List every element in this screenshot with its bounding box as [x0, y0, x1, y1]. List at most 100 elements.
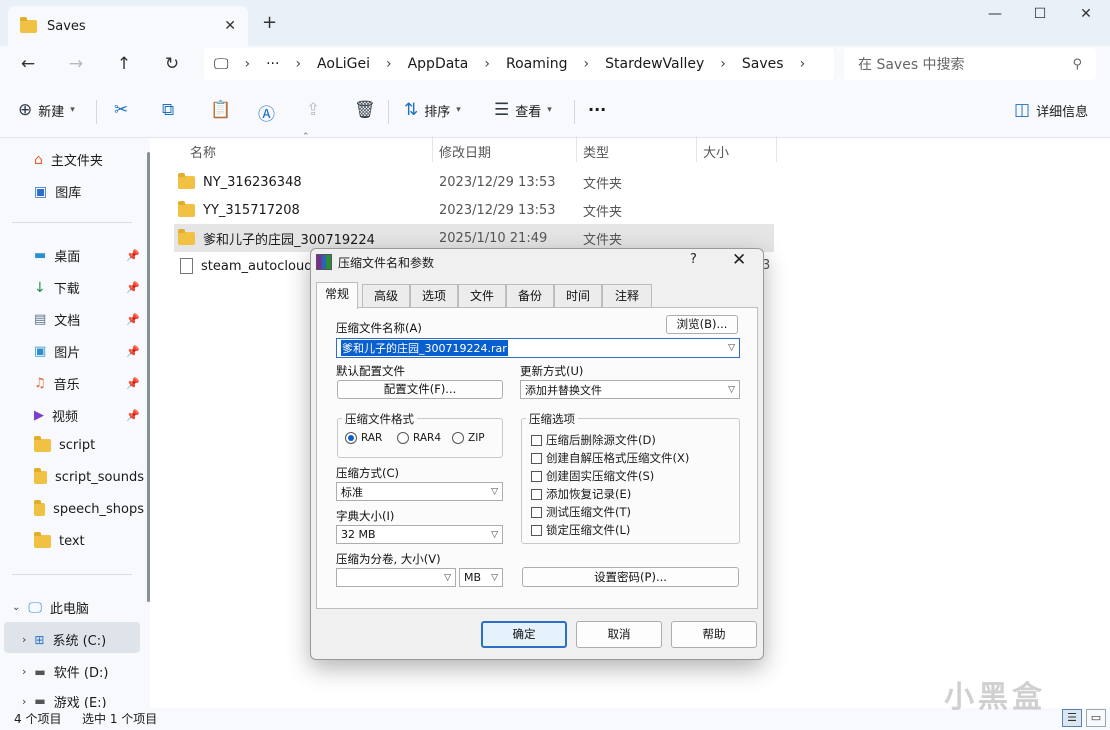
column-header-name[interactable]: 名称 — [190, 142, 216, 161]
delete-button[interactable]: 🗑 — [354, 100, 376, 120]
refresh-button[interactable]: ↻ — [158, 54, 186, 74]
help-button[interactable]: 帮助 — [671, 621, 757, 648]
set-password-button[interactable]: 设置密码(P)... — [522, 567, 739, 587]
view-button[interactable]: ☰ 查看 ▾ — [494, 100, 552, 120]
new-button[interactable]: ⊕ 新建 ▾ — [18, 100, 75, 120]
dialog-close-button[interactable]: ✕ — [732, 250, 746, 270]
sidebar-item-folder[interactable]: speech_shops — [34, 500, 144, 517]
cancel-button[interactable]: 取消 — [576, 621, 662, 648]
option-lock[interactable]: 锁定压缩文件(L) — [531, 522, 630, 538]
sidebar-item-drive-c[interactable]: › ⊞ 系统 (C:) — [22, 630, 106, 650]
share-button[interactable]: ⇪ — [306, 100, 320, 120]
sidebar-item-videos[interactable]: ▶ 视频 📌 — [34, 406, 144, 425]
breadcrumb-item[interactable]: AoLiGei — [317, 56, 370, 72]
option-delete-after[interactable]: 压缩后删除源文件(D) — [531, 432, 656, 448]
column-divider[interactable] — [696, 136, 697, 162]
sidebar-item-desktop[interactable]: ▬ 桌面 📌 — [34, 246, 144, 265]
ok-button[interactable]: 确定 — [481, 621, 567, 648]
browse-button[interactable]: 浏览(B)... — [666, 315, 738, 334]
column-divider[interactable] — [432, 136, 433, 162]
paste-button[interactable]: 📋 — [210, 100, 231, 120]
option-recovery[interactable]: 添加恢复记录(E) — [531, 486, 631, 502]
tab-options[interactable]: 选项 — [410, 284, 458, 307]
details-view-button[interactable]: ☰ — [1062, 709, 1082, 727]
tab-saves[interactable]: Saves ✕ — [8, 6, 248, 46]
profiles-button[interactable]: 配置文件(F)... — [337, 380, 503, 399]
split-volume-input[interactable]: ▽ — [336, 568, 456, 587]
sidebar-item-label: 音乐 — [53, 378, 80, 393]
tab-general[interactable]: 常规 — [316, 282, 358, 309]
address-bar[interactable]: 🖵 › ··· › AoLiGei › AppData › Roaming › … — [204, 48, 834, 80]
sidebar-item-folder[interactable]: script_sounds — [34, 468, 144, 485]
column-header-type[interactable]: 类型 — [583, 142, 609, 161]
rename-button[interactable]: Ⓐ — [258, 100, 275, 125]
format-radio-rar4[interactable]: RAR4 — [397, 432, 441, 444]
drive-icon: ▬ — [34, 664, 46, 679]
trash-icon: 🗑 — [354, 100, 376, 120]
dictionary-size-select[interactable]: 32 MB ▽ — [336, 525, 503, 544]
watermark: 小黑盒 — [944, 680, 1046, 715]
tab-close-icon[interactable]: ✕ — [224, 18, 236, 34]
sidebar-item-drive-e[interactable]: › ▬ 游戏 (E:) — [22, 694, 107, 708]
sidebar-item-home[interactable]: ⌂ 主文件夹 — [34, 150, 144, 170]
compression-method-select[interactable]: 标准 ▽ — [336, 482, 503, 501]
update-mode-select[interactable]: 添加并替换文件 ▽ — [520, 380, 740, 399]
sidebar-item-folder[interactable]: text — [34, 532, 144, 549]
sidebar-item-folder[interactable]: script — [34, 436, 144, 453]
column-divider[interactable] — [776, 136, 777, 162]
breadcrumb-item[interactable]: AppData — [408, 56, 469, 72]
new-tab-button[interactable]: + — [262, 12, 277, 33]
up-button[interactable]: ↑ — [110, 54, 138, 74]
sidebar-item-drive-d[interactable]: › ▬ 软件 (D:) — [22, 662, 108, 682]
tab-comment[interactable]: 注释 — [602, 284, 652, 307]
option-sfx[interactable]: 创建自解压格式压缩文件(X) — [531, 450, 689, 466]
sidebar-item-this-pc[interactable]: ⌄ 🖵 此电脑 — [12, 598, 89, 618]
column-divider[interactable] — [576, 136, 577, 162]
sidebar-item-label: 视频 — [52, 410, 79, 425]
maximize-button[interactable]: ☐ — [1017, 6, 1063, 22]
breadcrumb-item[interactable]: Saves — [742, 56, 784, 72]
dialog-help-button[interactable]: ? — [690, 252, 697, 267]
file-name: 爹和儿子的庄园_300719224 — [203, 232, 375, 248]
option-test[interactable]: 测试压缩文件(T) — [531, 504, 631, 520]
tab-time[interactable]: 时间 — [554, 284, 602, 307]
close-window-button[interactable]: ✕ — [1063, 6, 1109, 22]
tab-files[interactable]: 文件 — [458, 284, 506, 307]
sidebar-item-documents[interactable]: ▤ 文档 📌 — [34, 310, 144, 329]
column-header-size[interactable]: 大小 — [703, 142, 729, 161]
chevron-right-icon[interactable]: › — [800, 56, 806, 72]
download-icon: ↓ — [34, 279, 46, 296]
sort-button[interactable]: ⇅ 排序 ▾ — [404, 100, 461, 120]
back-button[interactable]: ← — [14, 54, 42, 74]
sidebar-item-music[interactable]: ♫ 音乐 📌 — [34, 374, 144, 393]
chevron-right-icon: › — [385, 56, 392, 72]
archive-name-combo[interactable]: 爹和儿子的庄园_300719224.rar ▽ — [336, 338, 740, 358]
option-solid[interactable]: 创建固实压缩文件(S) — [531, 468, 654, 484]
minimize-button[interactable]: — — [972, 6, 1018, 22]
file-date: 2023/12/29 13:53 — [439, 202, 556, 218]
sidebar-item-downloads[interactable]: ↓ 下载 📌 — [34, 278, 144, 298]
tiles-view-button[interactable]: ▭ — [1086, 709, 1106, 727]
split-unit-select[interactable]: MB ▽ — [459, 568, 503, 587]
forward-button[interactable]: → — [62, 54, 90, 74]
chevron-right-icon: › — [22, 633, 27, 646]
details-pane-button[interactable]: ◫ 详细信息 — [1014, 100, 1088, 120]
sidebar-item-pictures[interactable]: ▣ 图片 📌 — [34, 342, 144, 361]
tab-advanced[interactable]: 高级 — [362, 284, 410, 307]
copy-button[interactable]: ⧉ — [162, 100, 174, 120]
sidebar-item-gallery[interactable]: ▣ 图库 — [34, 182, 144, 202]
breadcrumb-ellipsis[interactable]: ··· — [266, 56, 279, 72]
format-radio-rar[interactable]: RAR — [345, 432, 382, 444]
breadcrumb-item[interactable]: Roaming — [506, 56, 568, 72]
column-header-date[interactable]: 修改日期 — [439, 142, 491, 161]
more-options-button[interactable]: ··· — [588, 100, 606, 119]
table-row[interactable]: YY_315717208 2023/12/29 13:53 文件夹 — [174, 196, 774, 224]
tab-backup[interactable]: 备份 — [506, 284, 554, 307]
table-row[interactable]: NY_316236348 2023/12/29 13:53 文件夹 — [174, 168, 774, 196]
search-input[interactable]: 在 Saves 中搜索 ⚲ — [844, 48, 1096, 80]
cut-button[interactable]: ✂ — [114, 100, 128, 120]
breadcrumb-item[interactable]: StardewValley — [605, 56, 704, 72]
sidebar-item-label: speech_shops — [53, 502, 144, 517]
file-name: NY_316236348 — [203, 174, 302, 190]
format-radio-zip[interactable]: ZIP — [452, 432, 485, 444]
